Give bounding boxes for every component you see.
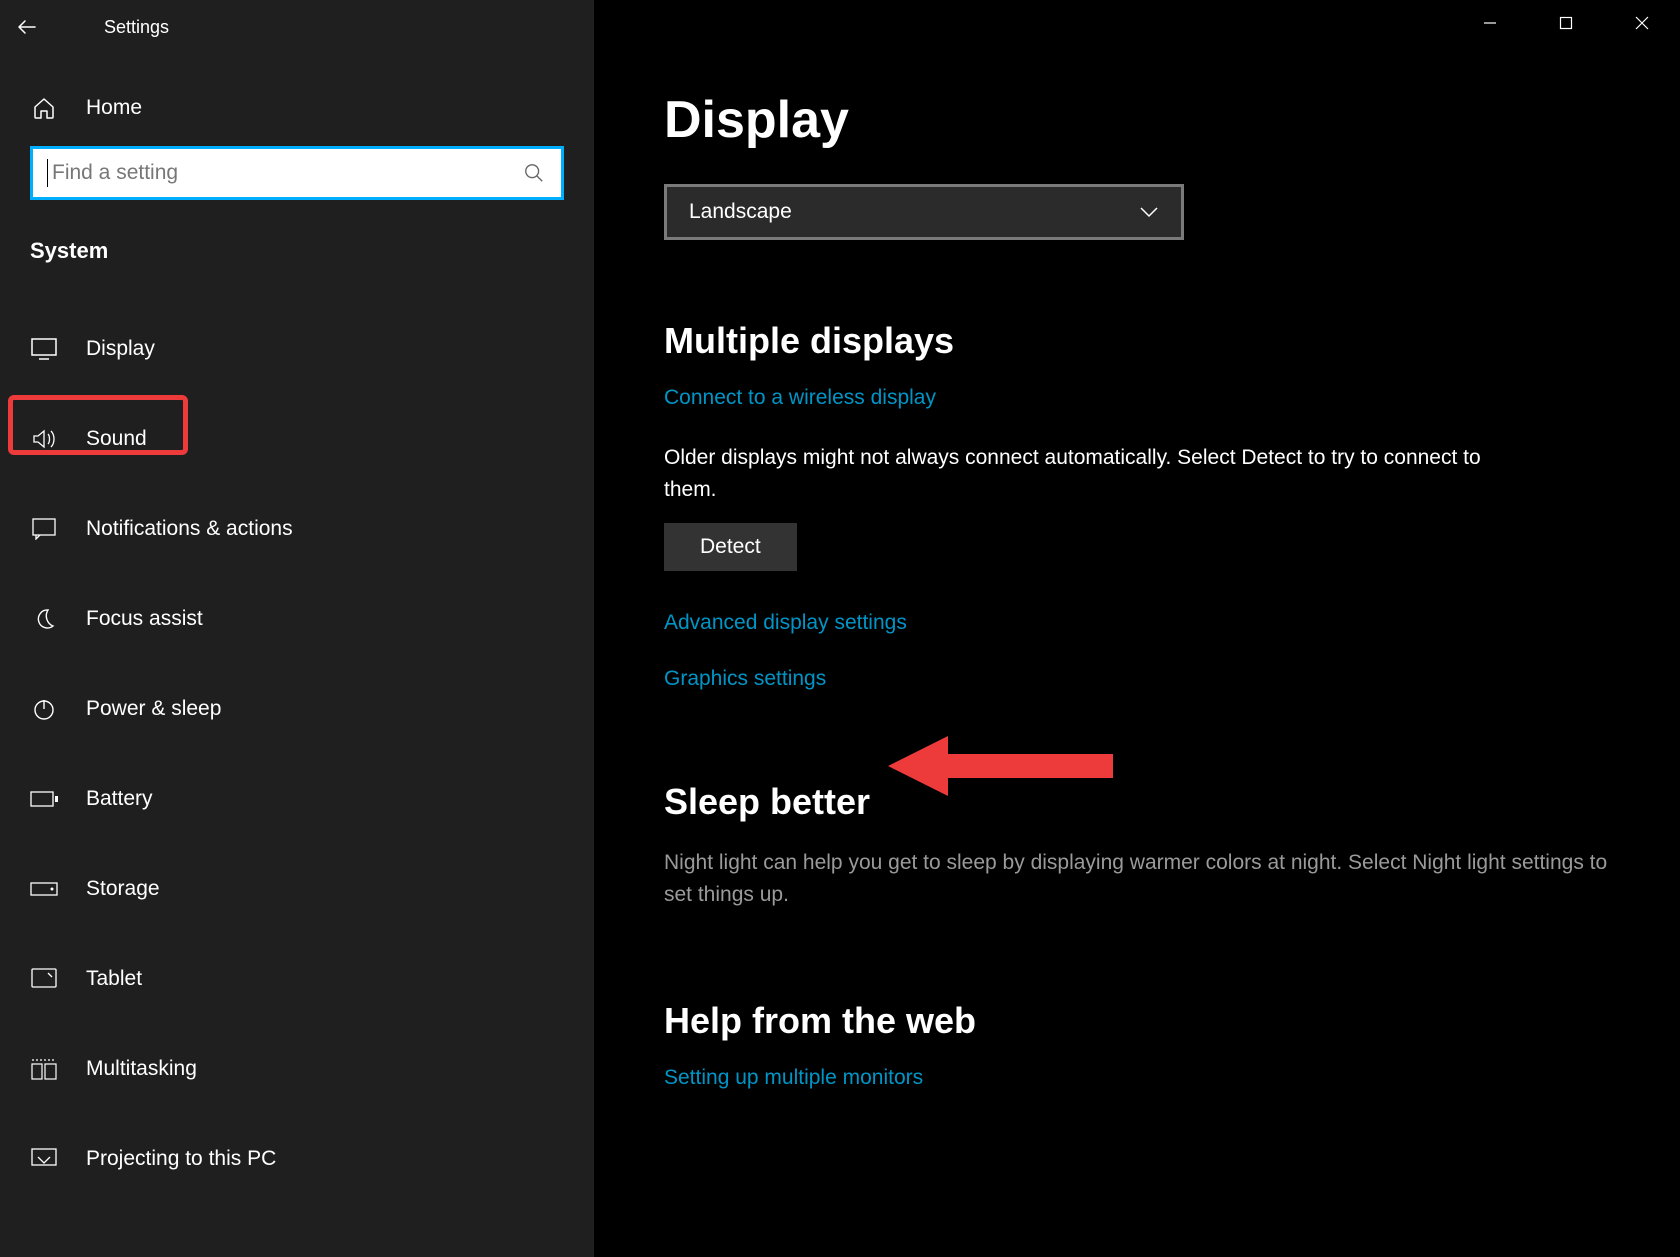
graphics-settings-link[interactable]: Graphics settings xyxy=(664,667,1610,691)
home-icon xyxy=(30,94,58,122)
search-container: Find a setting xyxy=(0,136,594,218)
search-icon xyxy=(523,162,545,184)
sleep-better-text: Night light can help you get to sleep by… xyxy=(664,847,1610,910)
search-input[interactable]: Find a setting xyxy=(30,146,564,200)
sidebar-section-title: System xyxy=(0,218,594,274)
sidebar-nav: Display Sound Notifications & actions Fo… xyxy=(0,304,594,1204)
sidebar-item-display[interactable]: Display xyxy=(0,304,594,394)
connect-wireless-link[interactable]: Connect to a wireless display xyxy=(664,386,1610,410)
chevron-down-icon xyxy=(1139,206,1159,218)
sidebar-item-label: Tablet xyxy=(86,967,142,991)
sidebar-item-label: Battery xyxy=(86,787,153,811)
sidebar-item-storage[interactable]: Storage xyxy=(0,844,594,934)
app-title: Settings xyxy=(104,17,169,38)
sidebar-item-label: Sound xyxy=(86,427,147,451)
sidebar-item-battery[interactable]: Battery xyxy=(0,754,594,844)
close-button[interactable] xyxy=(1604,0,1680,46)
sidebar-item-multitasking[interactable]: Multitasking xyxy=(0,1024,594,1114)
sidebar-item-label: Notifications & actions xyxy=(86,517,293,541)
help-multiple-monitors-link[interactable]: Setting up multiple monitors xyxy=(664,1066,1610,1090)
minimize-button[interactable] xyxy=(1452,0,1528,46)
detect-button[interactable]: Detect xyxy=(664,523,797,571)
power-icon xyxy=(30,695,58,723)
sidebar-item-label: Storage xyxy=(86,877,160,901)
moon-icon xyxy=(30,605,58,633)
projecting-icon xyxy=(30,1145,58,1173)
main-content: Display Landscape Multiple displays Conn… xyxy=(594,0,1680,1257)
orientation-select[interactable]: Landscape xyxy=(664,184,1184,240)
sidebar-item-projecting[interactable]: Projecting to this PC xyxy=(0,1114,594,1204)
window-controls xyxy=(1452,0,1680,46)
sidebar: Home Find a setting System Display Sound xyxy=(0,0,594,1257)
sidebar-item-label: Projecting to this PC xyxy=(86,1147,276,1171)
sidebar-item-label: Multitasking xyxy=(86,1057,197,1081)
storage-icon xyxy=(30,875,58,903)
tablet-icon xyxy=(30,965,58,993)
sound-icon xyxy=(30,425,58,453)
search-placeholder: Find a setting xyxy=(52,161,178,185)
home-link[interactable]: Home xyxy=(0,80,594,136)
sidebar-item-power-sleep[interactable]: Power & sleep xyxy=(0,664,594,754)
orientation-value: Landscape xyxy=(689,200,792,224)
notifications-icon xyxy=(30,515,58,543)
sidebar-item-focus-assist[interactable]: Focus assist xyxy=(0,574,594,664)
page-title: Display xyxy=(664,90,1610,150)
sleep-better-heading: Sleep better xyxy=(664,781,1610,823)
advanced-display-link[interactable]: Advanced display settings xyxy=(664,611,1610,635)
text-caret xyxy=(47,159,48,187)
sidebar-item-notifications[interactable]: Notifications & actions xyxy=(0,484,594,574)
home-label: Home xyxy=(86,96,142,120)
sidebar-item-label: Focus assist xyxy=(86,607,203,631)
multitasking-icon xyxy=(30,1055,58,1083)
sidebar-item-label: Display xyxy=(86,337,155,361)
close-icon xyxy=(1635,16,1649,30)
display-icon xyxy=(30,335,58,363)
sidebar-item-label: Power & sleep xyxy=(86,697,221,721)
maximize-icon xyxy=(1559,16,1573,30)
back-button[interactable] xyxy=(0,0,54,54)
sidebar-item-sound[interactable]: Sound xyxy=(0,394,594,484)
maximize-button[interactable] xyxy=(1528,0,1604,46)
minimize-icon xyxy=(1483,16,1497,30)
battery-icon xyxy=(30,785,58,813)
detect-help-text: Older displays might not always connect … xyxy=(664,442,1504,505)
multiple-displays-heading: Multiple displays xyxy=(664,320,1610,362)
arrow-left-icon xyxy=(15,15,39,39)
sidebar-item-tablet[interactable]: Tablet xyxy=(0,934,594,1024)
help-web-heading: Help from the web xyxy=(664,1000,1610,1042)
titlebar: Settings xyxy=(0,0,1680,54)
